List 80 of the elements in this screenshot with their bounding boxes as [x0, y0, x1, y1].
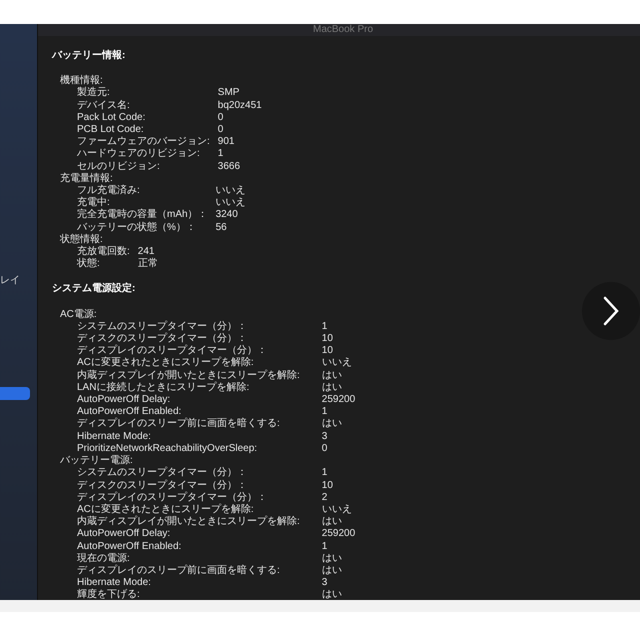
property-value: 1: [218, 148, 224, 161]
property-value: いいえ: [322, 504, 353, 516]
property-value: 1: [322, 467, 328, 480]
property-label: Hibernate Mode:: [77, 577, 152, 588]
property-value: はい: [322, 516, 343, 528]
property-value: 3: [322, 430, 328, 443]
property-label: ACに変更されたときにスリープを解除:: [77, 504, 255, 516]
property-value: 0: [218, 112, 224, 124]
property-label: 充放電回数:: [77, 246, 130, 258]
property-value: 3: [322, 577, 328, 590]
property-value: 10: [322, 480, 334, 492]
property-label: ハードウェアのリビジョン:: [77, 148, 201, 161]
property-label: 輝度を下げる:: [77, 589, 141, 602]
property-label: 完全充電時の容量（mAh）：: [77, 209, 208, 222]
group-heading: 機種情報:: [59, 75, 104, 86]
group-heading: AC電源:: [59, 308, 98, 321]
property-value: 901: [218, 136, 236, 148]
property-value: はい: [322, 370, 343, 382]
property-label: ディスプレイのスリープ前に画面を暗くする:: [77, 564, 281, 578]
property-label: ファームウェアのバージョン:: [77, 136, 210, 148]
property-value: 10: [322, 345, 334, 358]
property-label: ディスクのスリープタイマー（分）：: [77, 480, 248, 492]
sidebar-item[interactable]: レイ: [0, 275, 37, 287]
property-label: セルのリビジョン:: [77, 160, 161, 172]
chevron-right-icon: [602, 296, 620, 326]
property-label: LANに接続したときにスリープを解除:: [77, 382, 250, 394]
property-value: 10: [322, 333, 334, 346]
property-value: いいえ: [216, 197, 247, 210]
window-title: MacBook Pro: [38, 24, 640, 36]
section-heading: システム電源設定:: [52, 283, 136, 296]
property-label: ディスプレイのスリープタイマー（分）：: [77, 345, 268, 356]
property-label: ディスクのスリープタイマー（分）：: [77, 333, 248, 344]
property-value: 259200: [322, 394, 356, 406]
property-label: AutoPowerOff Enabled:: [77, 406, 182, 418]
property-value: はい: [322, 552, 343, 565]
property-value: はい: [322, 418, 343, 431]
property-label: バッテリーの状態（%）：: [77, 222, 197, 234]
property-value: SMP: [218, 87, 240, 100]
property-label: ディスプレイのスリープタイマー（分）：: [77, 492, 268, 504]
property-label: フル充電済み:: [77, 185, 141, 196]
property-value: 3666: [218, 160, 242, 173]
property-label: 状態:: [77, 258, 101, 270]
property-label: 内蔵ディスプレイが開いたときにスリープを解除:: [77, 516, 300, 528]
property-label: Pack Lot Code:: [77, 112, 146, 124]
property-value: はい: [322, 564, 343, 578]
group-heading: 充電量情報:: [59, 172, 114, 184]
property-value: 0: [322, 442, 328, 456]
property-value: いいえ: [216, 185, 247, 198]
property-label: システムのスリープタイマー（分）：: [77, 320, 248, 332]
property-value: はい: [322, 589, 343, 602]
section-heading: バッテリー情報:: [52, 50, 126, 62]
property-value: 1: [322, 320, 328, 334]
property-value: 2: [322, 492, 328, 504]
property-label: AutoPowerOff Delay:: [77, 394, 172, 406]
property-value: 1: [322, 406, 328, 418]
property-label: 内蔵ディスプレイが開いたときにスリープを解除:: [77, 370, 300, 382]
property-value: 3240: [216, 209, 239, 222]
property-label: PrioritizeNetworkReachabilityOverSleep:: [77, 442, 258, 455]
property-label: システムのスリープタイマー（分）：: [77, 467, 248, 480]
property-value: 259200: [322, 528, 356, 541]
property-value: いいえ: [322, 357, 353, 370]
property-label: 現在の電源:: [77, 552, 131, 564]
group-heading: 状態情報:: [59, 234, 104, 246]
property-label: ディスプレイのスリープ前に画面を暗くする:: [77, 418, 281, 431]
property-label: 製造元:: [77, 87, 111, 100]
property-label: AutoPowerOff Enabled:: [77, 540, 182, 553]
property-label: Hibernate Mode:: [77, 430, 152, 443]
property-value: 正常: [138, 258, 159, 270]
property-value: bq20z451: [218, 100, 263, 112]
property-label: ACに変更されたときにスリープを解除:: [77, 357, 255, 370]
property-value: 241: [138, 246, 156, 258]
property-label: 充電中:: [77, 197, 111, 208]
property-value: 56: [216, 222, 228, 234]
property-label: デバイス名:: [77, 100, 131, 112]
property-value: はい: [322, 382, 343, 394]
property-label: PCB Lot Code:: [77, 124, 145, 136]
group-heading: バッテリー電源:: [59, 455, 134, 468]
property-value: 0: [218, 124, 224, 136]
property-value: 1: [322, 540, 328, 553]
property-label: AutoPowerOff Delay:: [77, 528, 172, 541]
